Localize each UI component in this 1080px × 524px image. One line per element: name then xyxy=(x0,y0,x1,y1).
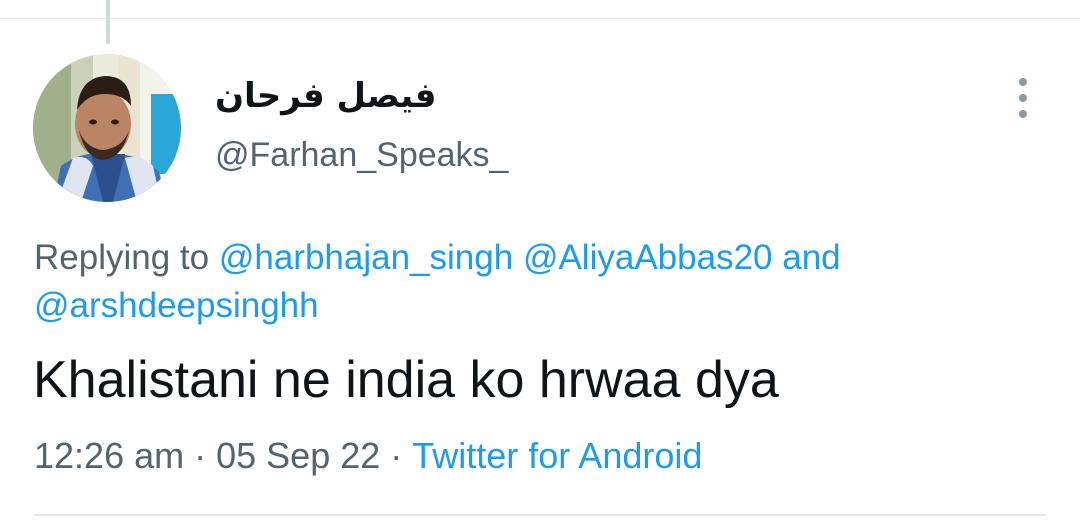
meta-separator: · xyxy=(390,435,403,476)
mention-link[interactable]: @arshdeepsinghh xyxy=(34,286,319,325)
tweet-date[interactable]: 05 Sep 22 xyxy=(216,435,380,476)
tweet-text: Khalistani ne india ko hrwaa dya xyxy=(33,351,779,409)
avatar[interactable] xyxy=(33,54,181,202)
top-divider xyxy=(0,18,1080,19)
author-display-name[interactable]: فیصل فرحان xyxy=(215,72,508,120)
author-info[interactable]: فیصل فرحان @Farhan_Speaks_ xyxy=(215,72,508,178)
mention-link[interactable]: @harbhajan_singh xyxy=(219,238,513,277)
avatar-photo xyxy=(33,54,181,202)
thread-connector-line xyxy=(106,0,110,44)
tweet-card: فیصل فرحان @Farhan_Speaks_ Replying to @… xyxy=(0,0,1080,524)
meta-separator: · xyxy=(194,435,207,476)
more-dot xyxy=(1019,110,1027,118)
replying-to-label: Replying to xyxy=(34,238,210,277)
tweet-time[interactable]: 12:26 am xyxy=(34,435,184,476)
mention-conjunction[interactable]: and xyxy=(782,238,840,277)
more-vertical-icon[interactable] xyxy=(1008,78,1038,118)
tweet-metadata: 12:26 am · 05 Sep 22 · Twitter for Android xyxy=(34,432,702,480)
tweet-source-link[interactable]: Twitter for Android xyxy=(412,435,702,476)
author-handle[interactable]: @Farhan_Speaks_ xyxy=(215,132,508,178)
replying-to-line: Replying to @harbhajan_singh @AliyaAbbas… xyxy=(34,234,1044,330)
more-dot xyxy=(1019,78,1027,86)
mention-link[interactable]: @AliyaAbbas20 xyxy=(523,238,773,277)
bottom-divider xyxy=(34,514,1046,516)
more-dot xyxy=(1019,94,1027,102)
